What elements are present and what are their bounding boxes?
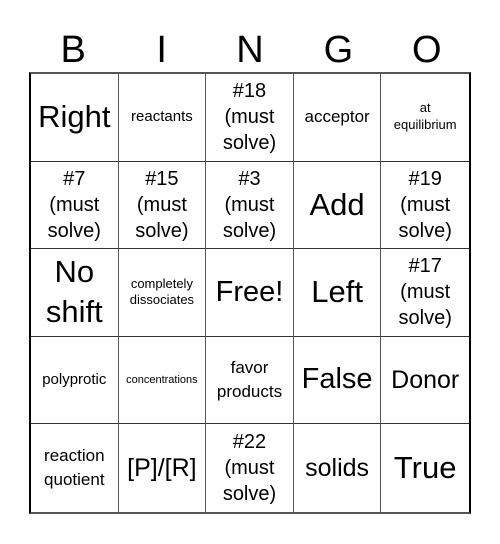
cell-text-line: products bbox=[216, 382, 283, 402]
cell-text: favor products bbox=[217, 356, 282, 404]
free-space-cell[interactable]: Free! bbox=[206, 249, 294, 337]
cell-text-line: shift bbox=[45, 294, 103, 330]
header-letter-b: B bbox=[60, 29, 86, 71]
bingo-cell-n2[interactable]: #3 (must solve) bbox=[206, 161, 294, 250]
cell-text: Left bbox=[311, 274, 363, 310]
bingo-cell-o4[interactable]: Donor bbox=[381, 337, 469, 425]
cell-text: #17 (must solve) bbox=[399, 253, 452, 331]
cell-text: completely dissociates bbox=[130, 276, 194, 310]
cell-text: Right bbox=[38, 99, 111, 135]
cell-text-line: favor bbox=[230, 358, 269, 378]
bingo-cell-i1[interactable]: reactants bbox=[118, 74, 207, 162]
cell-text: #22 (must solve) bbox=[223, 429, 276, 507]
bingo-cell-g1[interactable]: acceptor bbox=[293, 74, 382, 162]
cell-text: Donor bbox=[391, 365, 460, 394]
bingo-cell-i2[interactable]: #15 (must solve) bbox=[118, 161, 207, 250]
cell-text-line: solve) bbox=[47, 219, 101, 242]
cell-text-line: #15 bbox=[145, 167, 179, 190]
cell-text: No shift bbox=[46, 252, 103, 333]
bingo-cell-o2[interactable]: #19 (must solve) bbox=[381, 162, 469, 250]
cell-text: acceptor bbox=[304, 107, 370, 127]
cell-text-line: #22 bbox=[232, 431, 267, 454]
bingo-cell-g4[interactable]: False bbox=[293, 336, 382, 425]
bingo-cell-b5[interactable]: reaction quotient bbox=[31, 424, 119, 512]
bingo-cell-o3[interactable]: #17 (must solve) bbox=[381, 249, 469, 337]
cell-text-line: #18 bbox=[232, 80, 267, 103]
bingo-cell-b3[interactable]: No shift bbox=[31, 249, 119, 337]
cell-text-line: solve) bbox=[135, 219, 189, 242]
bingo-cell-i3[interactable]: completely dissociates bbox=[118, 249, 207, 337]
cell-text: at equilibrium bbox=[394, 100, 457, 134]
bingo-cell-o1[interactable]: at equilibrium bbox=[381, 74, 469, 162]
cell-text: #18 (must solve) bbox=[223, 78, 276, 156]
cell-text: polyprotic bbox=[42, 371, 107, 389]
cell-text: #19 (must solve) bbox=[399, 166, 452, 244]
bingo-cell-n4[interactable]: favor products bbox=[206, 336, 294, 425]
bingo-cell-b2[interactable]: #7 (must solve) bbox=[31, 161, 119, 250]
bingo-header: B I N G O bbox=[29, 28, 471, 72]
bingo-cell-g5[interactable]: solids bbox=[294, 424, 382, 512]
cell-text: concentrations bbox=[126, 373, 198, 386]
cell-text-line: (must bbox=[400, 193, 451, 216]
cell-text-line: solve) bbox=[222, 132, 277, 155]
cell-text-line: (must bbox=[224, 193, 275, 216]
cell-text: True bbox=[393, 450, 457, 486]
cell-text: solids bbox=[305, 453, 370, 482]
cell-text-line: completely bbox=[130, 275, 193, 291]
cell-text: False bbox=[301, 363, 373, 396]
cell-text-line: #3 bbox=[238, 167, 261, 190]
cell-text-line: solve) bbox=[398, 307, 452, 330]
cell-text: Add bbox=[309, 186, 365, 222]
cell-text-line: quotient bbox=[44, 470, 105, 490]
cell-text-line: (must bbox=[49, 193, 100, 216]
cell-text-line: No bbox=[54, 254, 95, 290]
cell-text-line: (must bbox=[400, 281, 451, 304]
bingo-cell-n1[interactable]: #18 (must solve) bbox=[206, 74, 294, 162]
cell-text-line: (must bbox=[224, 106, 275, 129]
header-letter-o: O bbox=[412, 29, 442, 71]
bingo-grid: Right reactants #18 (must solve) acceptor at eq… bbox=[29, 72, 471, 514]
cell-text-line: dissociates bbox=[129, 292, 195, 308]
cell-text-line: #17 bbox=[408, 255, 442, 278]
cell-text-line: #7 bbox=[63, 167, 86, 190]
cell-text: reactants bbox=[131, 108, 193, 126]
header-letter-g: G bbox=[323, 29, 354, 71]
cell-text: #7 (must solve) bbox=[48, 166, 101, 244]
cell-text-line: (must bbox=[224, 457, 275, 480]
cell-text: reaction quotient bbox=[44, 444, 105, 492]
bingo-cell-i5[interactable]: [P]/[R] bbox=[119, 424, 207, 512]
cell-text-line: reaction bbox=[44, 446, 105, 466]
cell-text-line: solve) bbox=[398, 219, 452, 242]
bingo-cell-g2[interactable]: Add bbox=[293, 161, 382, 250]
bingo-cell-i4[interactable]: concentrations bbox=[118, 336, 207, 425]
cell-text: #3 (must solve) bbox=[223, 166, 276, 244]
bingo-cell-n5[interactable]: #22 (must solve) bbox=[206, 424, 294, 512]
cell-text-line: (must bbox=[136, 193, 187, 216]
header-letter-n: N bbox=[236, 29, 264, 71]
bingo-cell-b1[interactable]: Right bbox=[31, 74, 119, 162]
cell-text-line: solve) bbox=[222, 219, 277, 242]
bingo-cell-b4[interactable]: polyprotic bbox=[31, 336, 119, 425]
bingo-cell-g3[interactable]: Left bbox=[293, 249, 382, 337]
cell-text: #15 (must solve) bbox=[135, 166, 188, 244]
cell-text-line: at bbox=[419, 100, 431, 116]
cell-text: Free! bbox=[215, 275, 284, 308]
cell-text-line: #19 bbox=[408, 167, 442, 190]
cell-text-line: equilibrium bbox=[393, 117, 457, 133]
cell-text: [P]/[R] bbox=[127, 453, 197, 482]
header-letter-i: I bbox=[156, 29, 167, 71]
bingo-cell-o5[interactable]: True bbox=[381, 424, 469, 512]
cell-text-line: solve) bbox=[222, 483, 277, 506]
